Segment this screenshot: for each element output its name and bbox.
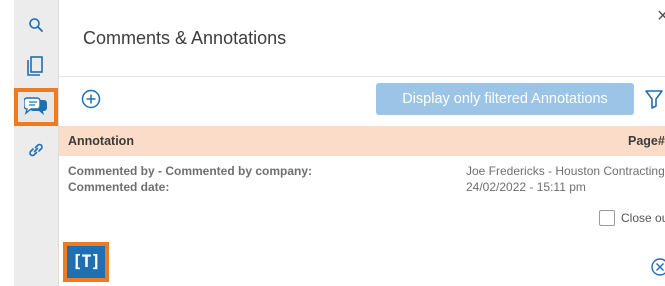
link-icon	[29, 143, 43, 157]
comments-button[interactable]	[14, 88, 58, 126]
annotation-row-labels: Commented by - Commented by company: Com…	[68, 163, 312, 195]
link-button[interactable]	[14, 131, 58, 169]
text-tool-button[interactable]: [T]	[63, 242, 109, 282]
text-tool-icon: [T]	[72, 252, 101, 272]
close-out-label: Close out	[621, 211, 665, 225]
pages-button[interactable]	[14, 47, 58, 85]
close-icon[interactable]: ×	[657, 6, 665, 26]
title-divider	[59, 76, 665, 77]
column-header-page: Page#	[628, 134, 665, 148]
left-margin	[0, 0, 14, 286]
commented-date-label: Commented date:	[68, 180, 170, 194]
add-annotation-button[interactable]	[80, 88, 102, 110]
remove-annotation-button[interactable]	[650, 257, 665, 277]
plus-circle-icon	[81, 89, 101, 109]
commented-date-value: 24/02/2022 - 15:11 pm	[466, 180, 586, 194]
filter-annotations-button[interactable]: Display only filtered Annotations	[376, 83, 634, 115]
panel-title: Comments & Annotations	[83, 28, 287, 48]
search-icon	[29, 18, 43, 32]
filter-button[interactable]	[644, 88, 664, 110]
close-out-checkbox[interactable]	[599, 210, 615, 226]
comments-icon	[24, 97, 47, 115]
comments-panel: Comments & Annotations × Display only fi…	[58, 0, 665, 286]
annotation-row-values[interactable]: Joe Fredericks - Houston Contracting 24/…	[466, 163, 665, 195]
commented-by-value: Joe Fredericks - Houston Contracting	[466, 164, 665, 178]
column-header-annotation: Annotation	[68, 134, 134, 148]
left-toolbar	[14, 0, 58, 286]
circle-x-icon	[651, 258, 665, 276]
funnel-icon	[645, 90, 663, 109]
search-button[interactable]	[14, 6, 58, 44]
commented-by-label: Commented by - Commented by company:	[68, 164, 313, 178]
copy-pages-icon	[27, 56, 43, 76]
annotations-table-header: Annotation Page#	[59, 126, 665, 156]
